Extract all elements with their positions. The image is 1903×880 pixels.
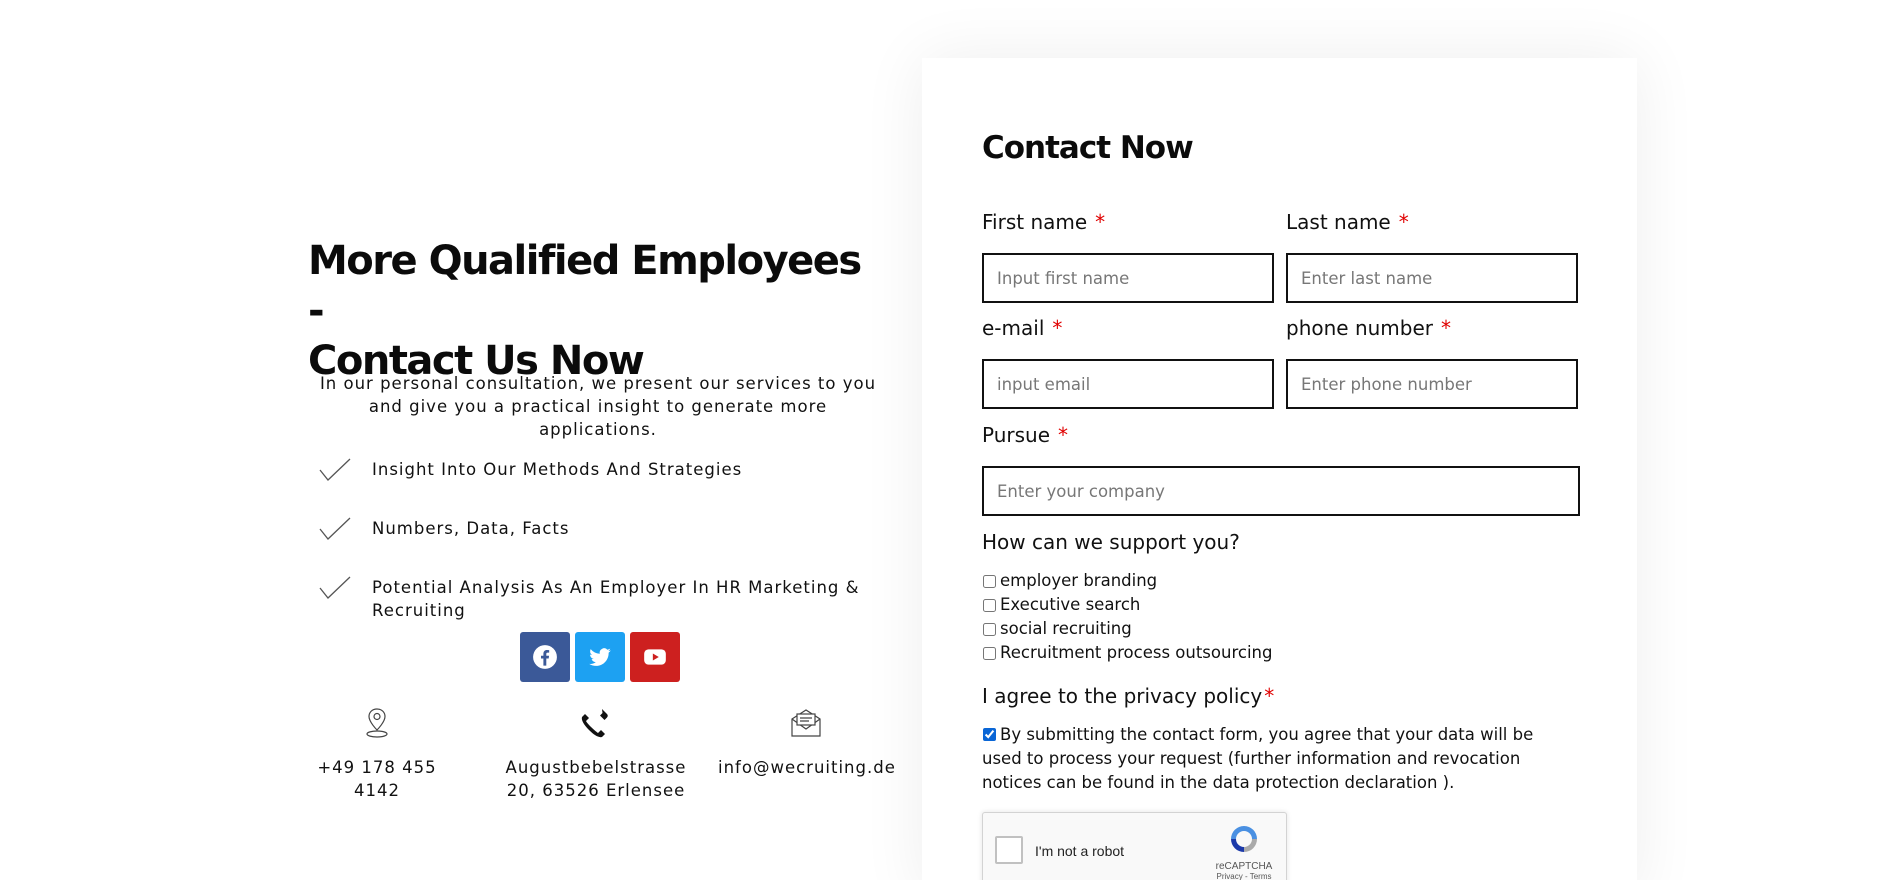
recaptcha-links[interactable]: Privacy - Terms [1212,872,1276,880]
feature-item: Numbers, Data, Facts [318,517,888,543]
support-option-checkbox[interactable] [983,646,996,660]
first-name-label: First name * [982,210,1105,234]
privacy-checkbox[interactable] [983,728,996,741]
youtube-button[interactable] [630,632,680,682]
privacy-consent[interactable]: By submitting the contact form, you agre… [982,723,1578,795]
company-label: Pursue * [982,423,1068,447]
email-label: e-mail * [982,316,1062,340]
support-option-label: Executive search [1000,594,1141,614]
recaptcha-widget: I'm not a robot reCAPTCHA Privacy - Term… [982,812,1287,880]
address-contact: Augustbebelstrasse 20, 63526 Erlensee [496,706,696,802]
support-options: employer branding Executive search socia… [982,568,1272,664]
feature-text: Insight Into Our Methods And Strategies [372,460,743,479]
support-option[interactable]: Recruitment process outsourcing [982,640,1272,664]
support-option-label: employer branding [1000,570,1158,590]
recaptcha-brand: reCAPTCHA [1215,861,1273,872]
first-name-input[interactable] [982,253,1274,303]
feature-item: Insight Into Our Methods And Strategies [318,458,888,484]
email-input[interactable] [982,359,1274,409]
support-option-checkbox[interactable] [983,622,996,636]
youtube-icon [644,649,666,665]
recaptcha-label: I'm not a robot [1035,843,1125,859]
email-link[interactable]: info@wecruiting.de [718,756,895,779]
privacy-label-text: I agree to the privacy policy [982,684,1263,708]
last-name-label: Last name * [1286,210,1409,234]
envelope-icon [791,709,821,737]
social-links [520,632,680,682]
required-marker: * [1052,316,1063,340]
feature-text: Potential Analysis As An Employer In HR … [372,578,860,620]
support-option[interactable]: social recruiting [982,616,1272,640]
twitter-icon [589,648,611,666]
required-marker: * [1058,423,1069,447]
required-marker: * [1095,210,1106,234]
support-option-checkbox[interactable] [983,574,996,588]
checkmark-icon [319,576,351,599]
email-contact: info@wecruiting.de [718,706,895,779]
feature-item: Potential Analysis As An Employer In HR … [318,576,888,622]
facebook-button[interactable] [520,632,570,682]
recaptcha-checkbox[interactable] [995,836,1023,864]
form-title: Contact Now [982,130,1194,166]
privacy-consent-text: By submitting the contact form, you agre… [982,725,1534,792]
required-marker: * [1398,210,1409,234]
address-line-1: Augustbebelstrasse [505,758,687,777]
address: Augustbebelstrasse 20, 63526 Erlensee [496,756,696,802]
intro-paragraph: In our personal consultation, we present… [319,374,877,439]
support-question: How can we support you? [982,530,1240,554]
phone-input[interactable] [1286,359,1578,409]
phone-icon [581,709,608,738]
phone-number: +49 178 455 4142 [317,758,437,800]
email-label-text: e-mail [982,316,1045,340]
recaptcha-logo: reCAPTCHA Privacy - Terms [1212,823,1276,880]
support-option-label: social recruiting [1000,618,1132,638]
facebook-icon [533,645,557,669]
phone-label-text: phone number [1286,316,1434,340]
privacy-label: I agree to the privacy policy * [982,684,1274,708]
contact-form-card: Contact Now First name * Last name * e-mai… [922,58,1637,880]
feature-text: Numbers, Data, Facts [372,519,570,538]
support-option-checkbox[interactable] [983,598,996,612]
last-name-input[interactable] [1286,253,1578,303]
feature-list: Insight Into Our Methods And Strategies … [318,458,888,622]
headline-line-1: More Qualified Employees - [308,238,862,334]
first-name-label-text: First name [982,210,1088,234]
company-input[interactable] [982,466,1580,516]
required-marker: * [1441,316,1452,340]
checkmark-icon [319,458,351,481]
recaptcha-icon [1231,826,1257,852]
required-marker: * [1264,684,1275,708]
support-option[interactable]: employer branding [982,568,1272,592]
intro-section: More Qualified Employees - Contact Us No… [308,236,895,800]
address-line-2: 20, 63526 Erlensee [506,781,686,800]
page-headline: More Qualified Employees - Contact Us No… [308,236,888,386]
checkmark-icon [319,517,351,540]
support-option[interactable]: Executive search [982,592,1272,616]
last-name-label-text: Last name [1286,210,1391,234]
phone-label: phone number * [1286,316,1451,340]
company-label-text: Pursue [982,423,1051,447]
twitter-button[interactable] [575,632,625,682]
support-option-label: Recruitment process outsourcing [1000,642,1273,662]
phone-contact: +49 178 455 4142 [304,706,450,802]
location-pin-icon [366,708,388,738]
